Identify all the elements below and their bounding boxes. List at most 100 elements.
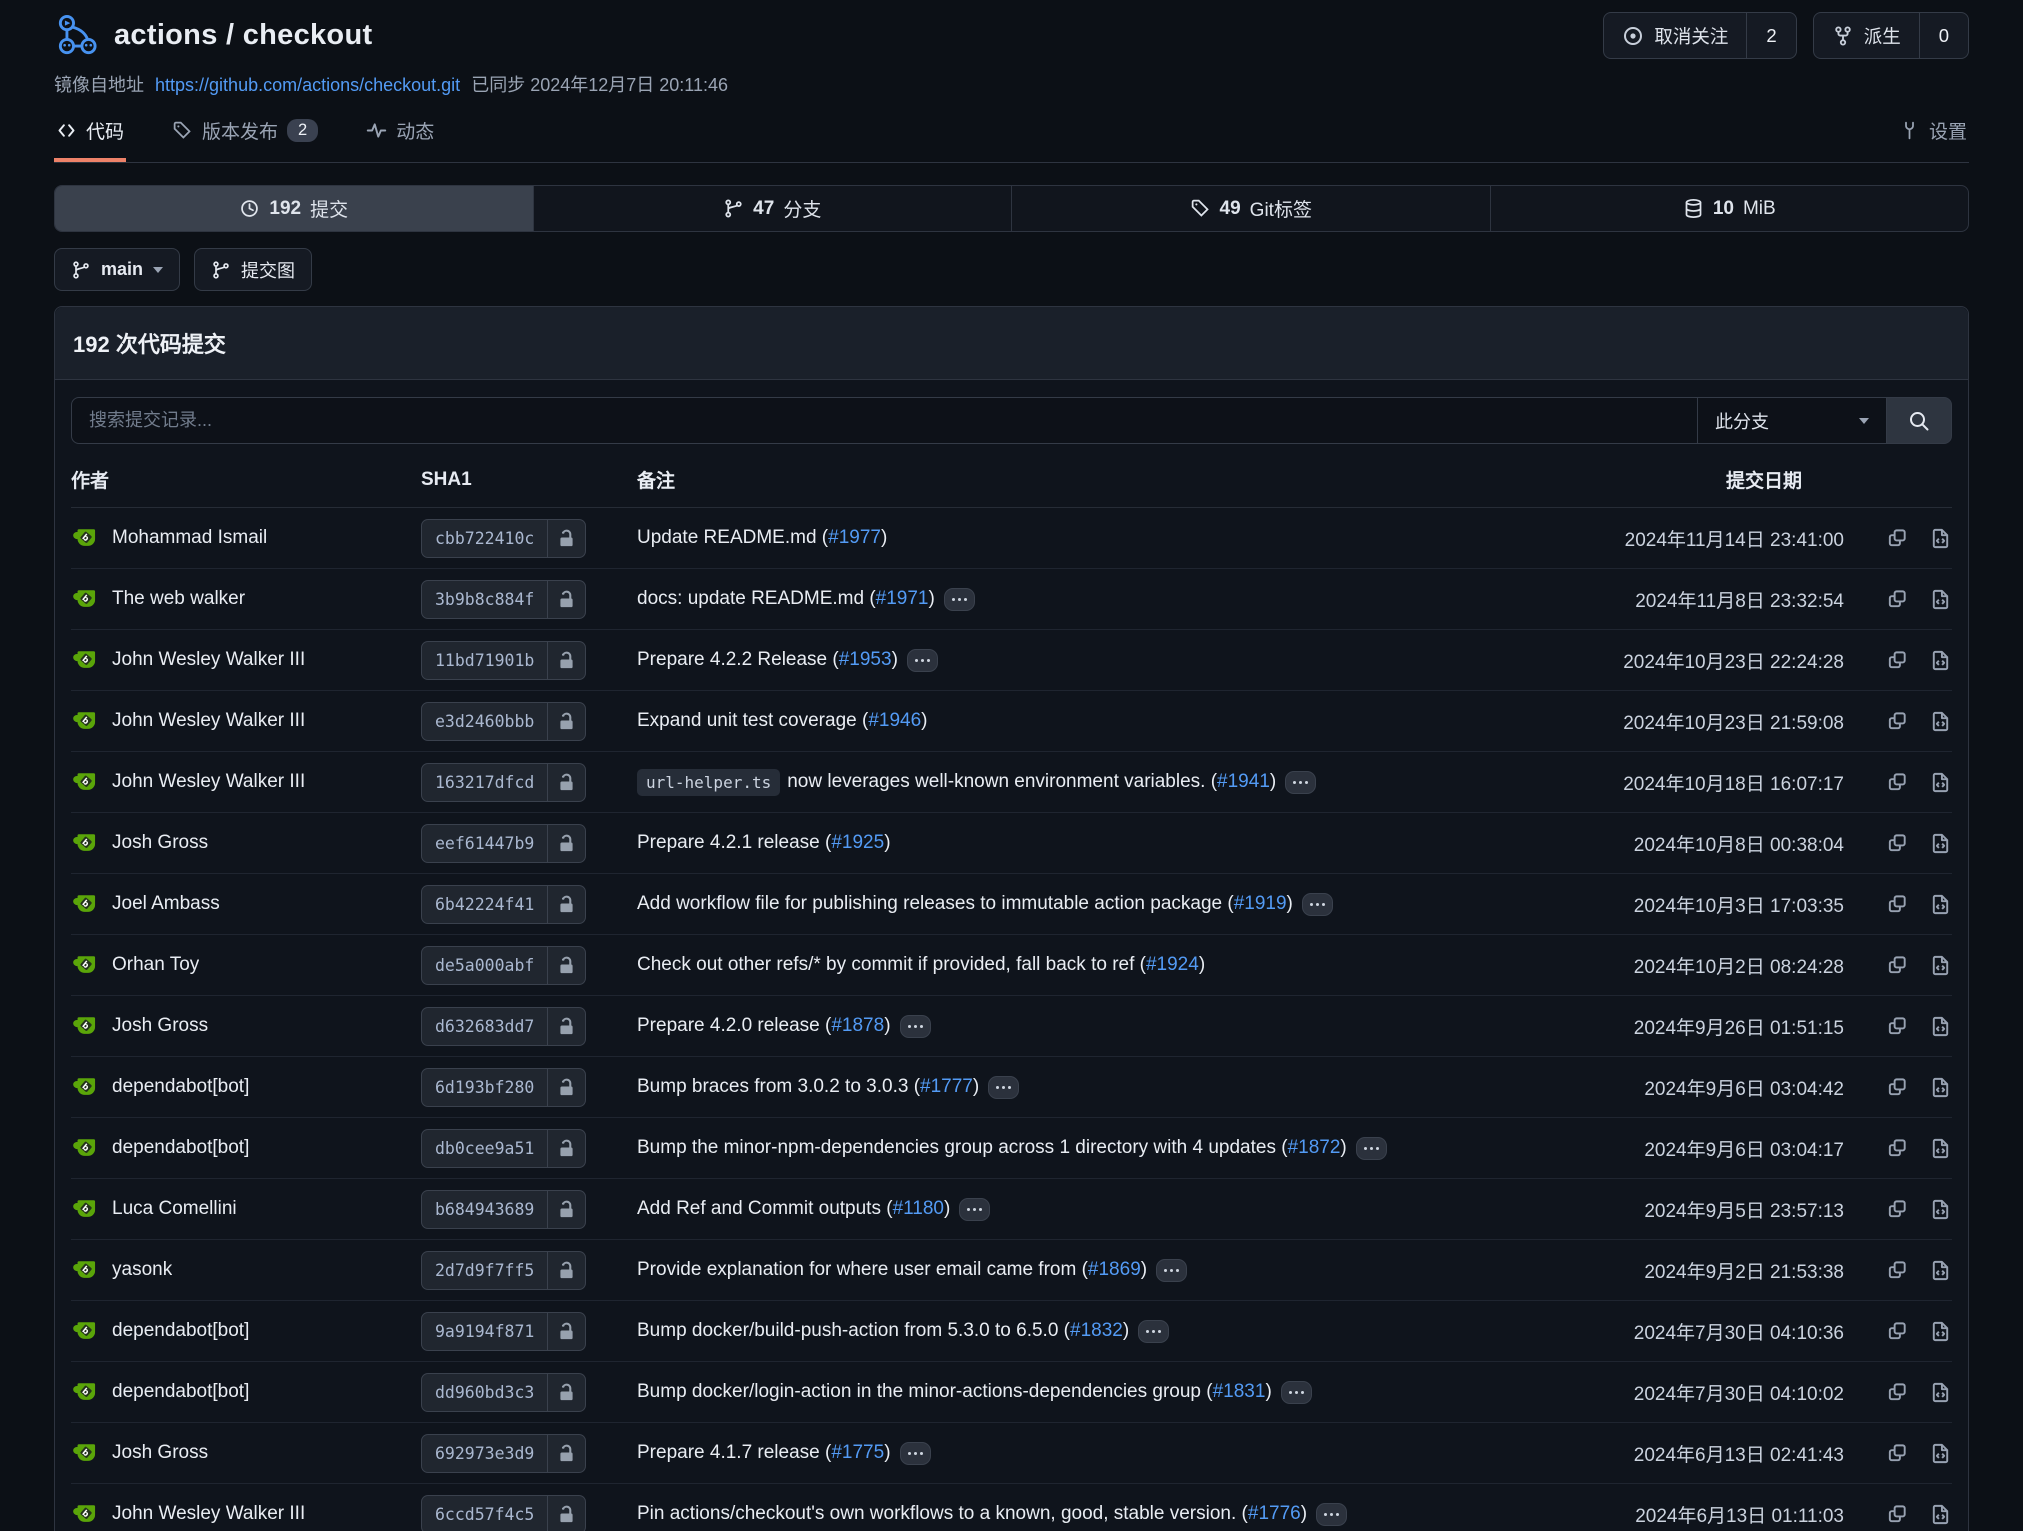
expand-commit-button[interactable]	[944, 588, 975, 611]
pr-link[interactable]: #1919	[1234, 893, 1287, 915]
commit-sha-button[interactable]: dd960bd3c3	[421, 1373, 586, 1412]
expand-commit-button[interactable]	[1356, 1137, 1387, 1160]
pr-link[interactable]: #1878	[831, 1015, 884, 1037]
avatar[interactable]: b	[71, 1500, 99, 1528]
commit-sha-button[interactable]: 6b42224f41	[421, 885, 586, 924]
copy-sha-button[interactable]	[1886, 1076, 1909, 1099]
repo-title[interactable]: actions / checkout	[114, 19, 372, 52]
avatar[interactable]: b	[71, 890, 99, 918]
copy-sha-button[interactable]	[1886, 893, 1909, 916]
copy-sha-button[interactable]	[1886, 588, 1909, 611]
avatar[interactable]: b	[71, 524, 99, 552]
commit-sha-button[interactable]: 11bd71901b	[421, 641, 586, 680]
expand-commit-button[interactable]	[900, 1015, 931, 1038]
copy-sha-button[interactable]	[1886, 527, 1909, 550]
pr-link[interactable]: #1777	[920, 1076, 973, 1098]
view-file-at-commit-button[interactable]	[1929, 1442, 1952, 1465]
pr-link[interactable]: #1971	[876, 588, 929, 610]
tab-settings[interactable]: 设置	[1897, 113, 1969, 162]
expand-commit-button[interactable]	[900, 1442, 931, 1465]
commit-sha-button[interactable]: 2d7d9f7ff5	[421, 1251, 586, 1290]
view-file-at-commit-button[interactable]	[1929, 893, 1952, 916]
avatar[interactable]: b	[71, 1317, 99, 1345]
commit-message-text[interactable]: Prepare 4.2.2 Release (	[637, 649, 839, 671]
mirror-url-link[interactable]: https://github.com/actions/checkout.git	[155, 75, 460, 95]
expand-commit-button[interactable]	[1302, 893, 1333, 916]
commit-message-text[interactable]: docs: update README.md (	[637, 588, 876, 610]
branch-scope-dropdown[interactable]: 此分支	[1697, 397, 1887, 444]
pr-link[interactable]: #1832	[1070, 1320, 1123, 1342]
commit-message-text[interactable]: now leverages well-known environment var…	[787, 771, 1217, 793]
commit-message-text[interactable]: Update README.md (	[637, 527, 828, 549]
avatar[interactable]: b	[71, 707, 99, 735]
pr-link[interactable]: #1831	[1213, 1381, 1266, 1403]
avatar[interactable]: b	[71, 1378, 99, 1406]
copy-sha-button[interactable]	[1886, 954, 1909, 977]
commit-sha-button[interactable]: 6d193bf280	[421, 1068, 586, 1107]
copy-sha-button[interactable]	[1886, 649, 1909, 672]
forks-count[interactable]: 0	[1919, 13, 1968, 58]
commit-sha-button[interactable]: b684943689	[421, 1190, 586, 1229]
view-file-at-commit-button[interactable]	[1929, 954, 1952, 977]
pr-link[interactable]: #1775	[831, 1442, 884, 1464]
copy-sha-button[interactable]	[1886, 1259, 1909, 1282]
stat-branches[interactable]: 47 分支	[533, 186, 1012, 231]
expand-commit-button[interactable]	[1156, 1259, 1187, 1282]
expand-commit-button[interactable]	[907, 649, 938, 672]
avatar[interactable]: b	[71, 1439, 99, 1467]
pr-link[interactable]: #1953	[839, 649, 892, 671]
tab-code[interactable]: 代码	[54, 113, 126, 162]
stat-commits[interactable]: 192 提交	[55, 186, 533, 231]
search-button[interactable]	[1886, 397, 1952, 444]
commit-message-text[interactable]: Prepare 4.2.1 release (	[637, 832, 831, 854]
pr-link[interactable]: #1977	[828, 527, 881, 549]
commit-message-text[interactable]: Bump docker/build-push-action from 5.3.0…	[637, 1320, 1070, 1342]
view-file-at-commit-button[interactable]	[1929, 588, 1952, 611]
view-file-at-commit-button[interactable]	[1929, 1320, 1952, 1343]
copy-sha-button[interactable]	[1886, 1442, 1909, 1465]
copy-sha-button[interactable]	[1886, 1503, 1909, 1526]
commit-message-text[interactable]: Prepare 4.1.7 release (	[637, 1442, 831, 1464]
commit-message-text[interactable]: Provide explanation for where user email…	[637, 1259, 1088, 1281]
watchers-count[interactable]: 2	[1746, 13, 1795, 58]
view-file-at-commit-button[interactable]	[1929, 710, 1952, 733]
view-file-at-commit-button[interactable]	[1929, 1259, 1952, 1282]
copy-sha-button[interactable]	[1886, 1198, 1909, 1221]
avatar[interactable]: b	[71, 1012, 99, 1040]
view-file-at-commit-button[interactable]	[1929, 1015, 1952, 1038]
commit-sha-button[interactable]: 9a9194f871	[421, 1312, 586, 1351]
pr-link[interactable]: #1941	[1217, 771, 1270, 793]
search-commits-input[interactable]	[71, 397, 1698, 444]
stat-tags[interactable]: 49 Git标签	[1011, 186, 1490, 231]
expand-commit-button[interactable]	[1138, 1320, 1169, 1343]
view-file-at-commit-button[interactable]	[1929, 1503, 1952, 1526]
pr-link[interactable]: #1872	[1288, 1137, 1341, 1159]
pr-link[interactable]: #1869	[1088, 1259, 1141, 1281]
copy-sha-button[interactable]	[1886, 710, 1909, 733]
view-file-at-commit-button[interactable]	[1929, 1198, 1952, 1221]
view-file-at-commit-button[interactable]	[1929, 1137, 1952, 1160]
avatar[interactable]: b	[71, 1073, 99, 1101]
view-file-at-commit-button[interactable]	[1929, 1381, 1952, 1404]
pr-link[interactable]: #1946	[868, 710, 921, 732]
commit-sha-button[interactable]: 6ccd57f4c5	[421, 1495, 586, 1531]
view-file-at-commit-button[interactable]	[1929, 1076, 1952, 1099]
view-file-at-commit-button[interactable]	[1929, 832, 1952, 855]
commit-sha-button[interactable]: db0cee9a51	[421, 1129, 586, 1168]
avatar[interactable]: b	[71, 951, 99, 979]
view-file-at-commit-button[interactable]	[1929, 527, 1952, 550]
stat-size[interactable]: 10 MiB	[1490, 186, 1969, 231]
commit-sha-button[interactable]: d632683dd7	[421, 1007, 586, 1046]
avatar[interactable]: b	[71, 829, 99, 857]
branch-selector[interactable]: main	[54, 248, 180, 291]
copy-sha-button[interactable]	[1886, 832, 1909, 855]
pr-link[interactable]: #1924	[1146, 954, 1199, 976]
unwatch-button[interactable]: 取消关注 2	[1603, 12, 1796, 59]
commit-sha-button[interactable]: 692973e3d9	[421, 1434, 586, 1473]
avatar[interactable]: b	[71, 768, 99, 796]
copy-sha-button[interactable]	[1886, 1015, 1909, 1038]
commit-message-text[interactable]: Prepare 4.2.0 release (	[637, 1015, 831, 1037]
commit-message-text[interactable]: Bump braces from 3.0.2 to 3.0.3 (	[637, 1076, 920, 1098]
commit-message-text[interactable]: Bump the minor-npm-dependencies group ac…	[637, 1137, 1288, 1159]
copy-sha-button[interactable]	[1886, 1381, 1909, 1404]
